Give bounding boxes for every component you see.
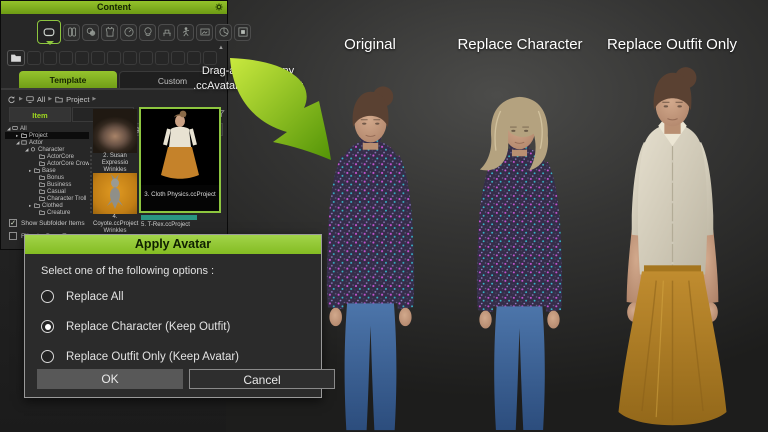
- tree-item-business[interactable]: Business: [5, 181, 89, 188]
- tree-item-clothed[interactable]: ▸Clothed: [5, 202, 89, 209]
- content-panel-title[interactable]: Content: [1, 1, 227, 14]
- thumbnail-cloth-physics: [141, 109, 219, 185]
- app-screen: Original Replace Character Replace Outfi…: [0, 0, 768, 432]
- toolbar-gauge-icon[interactable]: [120, 24, 137, 41]
- toolbar-furniture-icon[interactable]: [158, 24, 175, 41]
- tab-item[interactable]: Item: [9, 107, 71, 122]
- tree-item-character[interactable]: ◢Character: [5, 146, 89, 153]
- option-label: Replace Character (Keep Outfit): [66, 321, 230, 333]
- tree-item-actorcore-crowd[interactable]: ActorCore Crowd: [5, 160, 89, 167]
- empty-slot[interactable]: [27, 51, 41, 65]
- checkbox-unchecked-icon[interactable]: [9, 232, 17, 240]
- toolbar-avatar-icon[interactable]: [37, 20, 61, 44]
- option-label: Replace All: [66, 291, 124, 303]
- empty-slot[interactable]: [123, 51, 137, 65]
- label-replace-character: Replace Character: [448, 36, 592, 54]
- option-label: Replace Outfit Only (Keep Avatar): [66, 351, 239, 363]
- empty-slot[interactable]: [75, 51, 89, 65]
- tree-item-bonus[interactable]: Bonus: [5, 174, 89, 181]
- thumbnail-coyote: [93, 173, 137, 214]
- toolbar-material-icon[interactable]: [82, 24, 99, 41]
- checkbox-checked-icon[interactable]: ✓: [9, 219, 17, 227]
- ok-button[interactable]: OK: [37, 369, 183, 389]
- radio-selected-icon[interactable]: [41, 320, 54, 333]
- show-subfolder-checkbox-row[interactable]: ✓ Show Subfolder Items: [9, 219, 85, 227]
- tree-item-casual[interactable]: Casual: [5, 188, 89, 195]
- character-replace-character: [444, 92, 595, 432]
- toolbar-lower-body-icon[interactable]: [63, 24, 80, 41]
- content-toolbar: [7, 18, 223, 46]
- tree-item-all[interactable]: ◢All: [5, 125, 89, 132]
- item-label: 5. T-Rex.ccProject: [141, 222, 221, 229]
- tree-item-creature[interactable]: Creature: [5, 209, 89, 215]
- breadcrumb: ▶ All ▶ Project ▶: [7, 93, 221, 105]
- toolbar-scene-icon[interactable]: [196, 24, 213, 41]
- breadcrumb-project[interactable]: Project: [66, 95, 89, 104]
- gear-icon[interactable]: [215, 3, 223, 11]
- tree-item-project[interactable]: ▸Project: [5, 132, 89, 139]
- item-label: 4. Coyote.ccProject: [93, 214, 137, 228]
- list-item[interactable]: 5. T-Rex.ccProject: [141, 215, 221, 229]
- undo-icon[interactable]: [7, 95, 16, 104]
- label-replace-outfit-only: Replace Outfit Only: [597, 36, 747, 54]
- toolbar-motion-icon[interactable]: [177, 24, 194, 41]
- item-label: 3. Cloth Physics.ccProject: [141, 191, 219, 198]
- tree-item-character-troll[interactable]: Character Troll: [5, 195, 89, 202]
- character-replace-outfit: [591, 64, 754, 432]
- empty-slot[interactable]: [187, 51, 201, 65]
- tree-item-actorcore[interactable]: ActorCore: [5, 153, 89, 160]
- toolbar-outfit-icon[interactable]: [101, 24, 118, 41]
- radio-unselected-icon[interactable]: [41, 290, 54, 303]
- empty-slot[interactable]: [59, 51, 73, 65]
- option-replace-character[interactable]: Replace Character (Keep Outfit): [41, 320, 230, 333]
- breadcrumb-arrow-icon: ▶: [19, 96, 23, 102]
- dialog-prompt: Select one of the following options :: [41, 265, 214, 277]
- empty-slot[interactable]: [91, 51, 105, 65]
- empty-slot[interactable]: [43, 51, 57, 65]
- list-item[interactable]: 2. Susan Expressio Wrinkles Demo.cc.: [93, 109, 137, 181]
- breadcrumb-arrow-icon: ▶: [48, 96, 52, 102]
- tree-item-actor[interactable]: ◢Actor: [5, 139, 89, 146]
- drag-arrow-icon: [212, 48, 342, 168]
- radio-unselected-icon[interactable]: [41, 350, 54, 363]
- apply-avatar-dialog: Apply Avatar Select one of the following…: [24, 234, 322, 398]
- empty-slot[interactable]: [139, 51, 153, 65]
- empty-slot[interactable]: [155, 51, 169, 65]
- checkbox-label: Show Subfolder Items: [21, 220, 85, 227]
- option-replace-outfit-only[interactable]: Replace Outfit Only (Keep Avatar): [41, 350, 239, 363]
- folder-icon: [55, 96, 63, 103]
- list-item-selected[interactable]: 3. Cloth Physics.ccProject: [139, 107, 221, 213]
- all-root-icon: [26, 96, 34, 103]
- empty-slot[interactable]: [107, 51, 121, 65]
- breadcrumb-arrow-icon: ▶: [92, 96, 96, 102]
- option-replace-all[interactable]: Replace All: [41, 290, 124, 303]
- empty-slot[interactable]: [171, 51, 185, 65]
- dialog-title[interactable]: Apply Avatar: [25, 235, 321, 254]
- folder-tree: ◢All ▸Project ◢Actor ◢Character ActorCor…: [5, 125, 89, 215]
- content-panel: Content: [0, 0, 228, 250]
- item-label: 2. Susan Expressio: [93, 153, 137, 167]
- list-item[interactable]: 4. Coyote.ccProject Wrinkles Demo.cc: [93, 173, 137, 242]
- toolbar-head-icon[interactable]: [139, 24, 156, 41]
- tab-template[interactable]: Template: [19, 71, 117, 89]
- toolbar-grid-icon[interactable]: [234, 24, 251, 41]
- toolbar-chart-icon[interactable]: [215, 24, 232, 41]
- folder-shortcut-icon[interactable]: [7, 50, 25, 66]
- pack-progress-bar: [141, 215, 197, 220]
- breadcrumb-all[interactable]: All: [37, 95, 45, 104]
- thumbnail-susan: [93, 109, 137, 153]
- tree-item-base[interactable]: ▸Base: [5, 167, 89, 174]
